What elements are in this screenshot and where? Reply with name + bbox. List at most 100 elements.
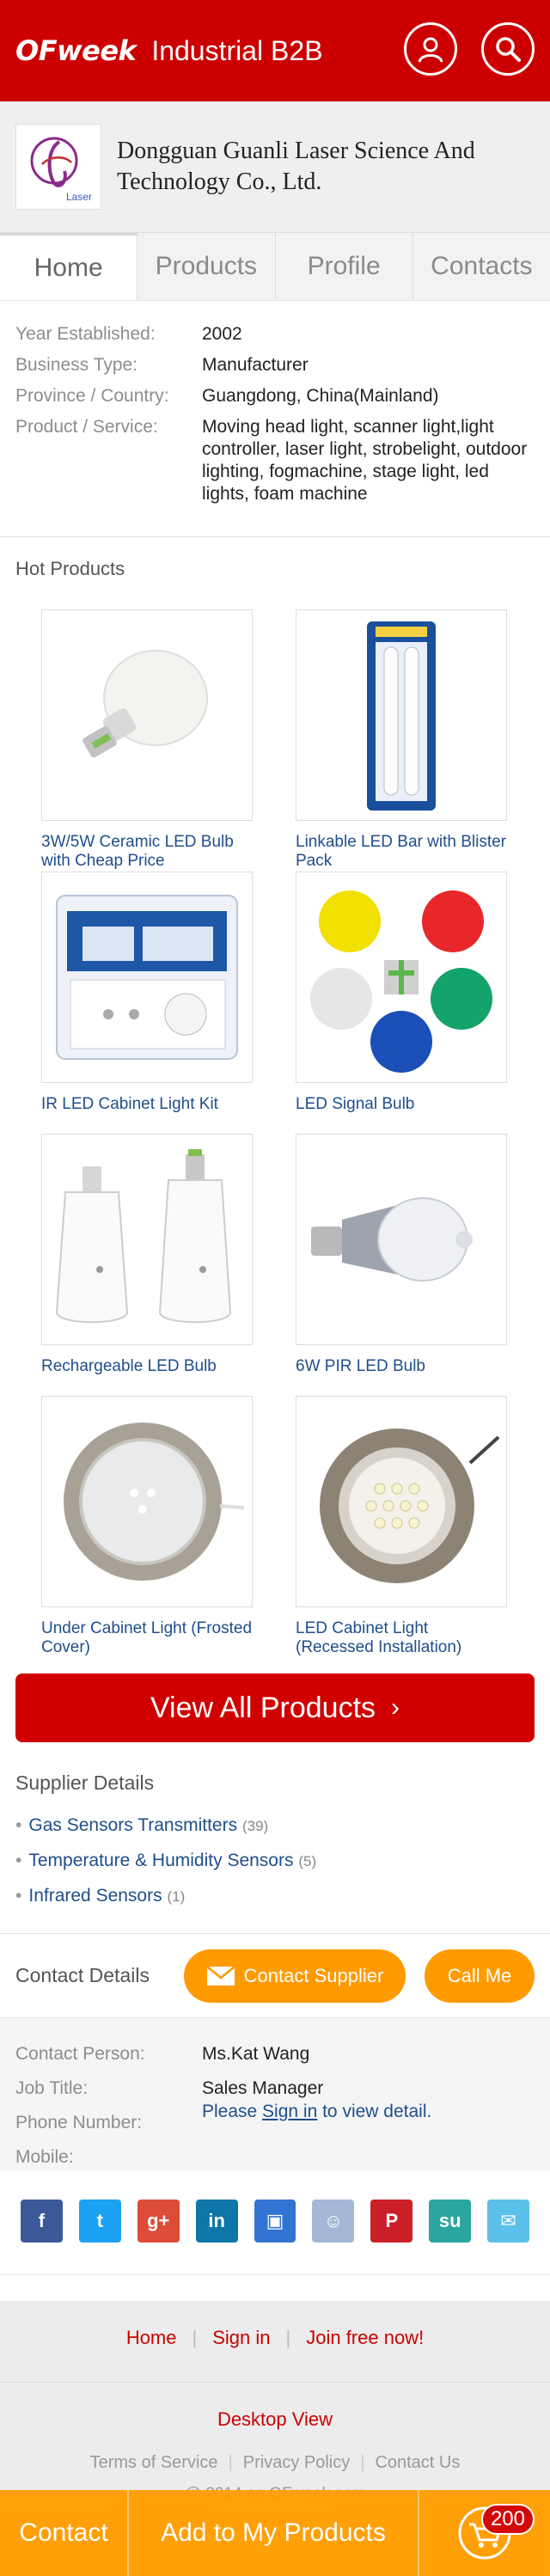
info-key: Product / Service:	[15, 417, 158, 437]
terms-link[interactable]: Terms of Service	[90, 2453, 218, 2472]
contact-details-bar: Contact Details Contact Supplier Call Me	[0, 1933, 550, 2017]
separator: |	[360, 2453, 365, 2472]
login-prefix: Please	[202, 2102, 263, 2121]
contact-row: Contact Person: Ms.Kat Wang	[15, 2037, 535, 2071]
contact-value: Sales Manager	[202, 2078, 324, 2098]
info-value: Guangdong, China(Mainland)	[202, 386, 439, 406]
stumbleupon-icon[interactable]: su	[429, 2200, 472, 2243]
desktop-view-link[interactable]: Desktop View	[0, 2382, 550, 2431]
product-name[interactable]: LED Cabinet Light (Recessed Installation…	[296, 1619, 509, 1657]
contact-supplier-button[interactable]: Contact Supplier	[184, 1949, 406, 2003]
company-logo: Laser	[15, 124, 101, 210]
footer-home-link[interactable]: Home	[126, 2327, 177, 2349]
bullet-icon: •	[15, 1886, 22, 1906]
product-card[interactable]: Linkable LED Bar with Blister Pack	[296, 609, 509, 872]
product-name[interactable]: 6W PIR LED Bulb	[296, 1357, 509, 1376]
tab-contacts[interactable]: Contacts	[412, 232, 550, 300]
brand-logo[interactable]: OFweek	[15, 34, 137, 67]
contact-row: Job Title: Sales Manager	[15, 2071, 535, 2106]
section-title: Industrial B2B	[151, 34, 323, 66]
product-card[interactable]: Rechargeable LED Bulb	[41, 1134, 254, 1396]
product-name[interactable]: LED Signal Bulb	[296, 1095, 509, 1114]
page: OFweek Industrial B2B Laser Dongguan Gua…	[0, 0, 550, 2576]
footer-join-link[interactable]: Join free now!	[306, 2327, 424, 2349]
bullet-icon: •	[15, 1851, 22, 1870]
cart-count-badge: 200	[480, 2504, 535, 2535]
product-name[interactable]: IR LED Cabinet Light Kit	[41, 1095, 254, 1114]
supplier-category-link[interactable]: • Temperature & Humidity Sensors (5)	[15, 1844, 535, 1879]
sign-in-link[interactable]: Sign in	[262, 2102, 317, 2121]
category-label[interactable]: Temperature & Humidity Sensors	[28, 1851, 293, 1870]
footer-sign-in-link[interactable]: Sign in	[212, 2327, 270, 2349]
tab-home[interactable]: Home	[0, 232, 138, 300]
supplier-category-link[interactable]: • Gas Sensors Transmitters (39)	[15, 1808, 535, 1844]
cabinet-kit-icon[interactable]	[41, 872, 253, 1083]
separator: |	[285, 2327, 291, 2348]
view-all-label: View All Products	[150, 1691, 376, 1724]
user-icon[interactable]	[404, 22, 457, 76]
info-row: Province / Country: Guangdong, China(Mai…	[15, 385, 535, 407]
company-info: Year Established: 2002 Business Type: Ma…	[0, 301, 550, 537]
share-bar: f t g+ in ▣ ☺ P su ✉	[0, 2170, 550, 2275]
search-icon[interactable]	[481, 22, 535, 76]
contact-key: Mobile:	[15, 2147, 74, 2167]
led-bar-icon[interactable]	[296, 609, 507, 821]
rechargeable-bulb-icon[interactable]	[41, 1134, 253, 1345]
contact-us-link[interactable]: Contact Us	[375, 2453, 460, 2472]
info-row: Year Established: 2002	[15, 323, 535, 346]
product-name[interactable]: Rechargeable LED Bulb	[41, 1357, 254, 1376]
facebook-icon[interactable]: f	[21, 2200, 63, 2243]
info-key: Year Established:	[15, 324, 156, 344]
linkedin-icon[interactable]: in	[195, 2200, 238, 2243]
reddit-icon[interactable]: ☺	[312, 2200, 355, 2243]
login-suffix: to view detail.	[317, 2102, 432, 2121]
product-card[interactable]: 6W PIR LED Bulb	[296, 1134, 509, 1396]
info-key: Business Type:	[15, 355, 138, 375]
round-light-icon[interactable]	[41, 1396, 253, 1607]
logo-text: Laser	[66, 191, 92, 203]
call-me-button[interactable]: Call Me	[425, 1949, 535, 2003]
product-card[interactable]: LED Cabinet Light (Recessed Installation…	[296, 1396, 509, 1658]
product-name[interactable]: Under Cabinet Light (Frosted Cover)	[41, 1619, 254, 1657]
supplier-title: Supplier Details	[15, 1771, 155, 1794]
company-header: Laser Dongguan Guanli Laser Science And …	[0, 101, 550, 232]
privacy-link[interactable]: Privacy Policy	[243, 2453, 350, 2472]
separator: |	[228, 2453, 233, 2472]
contact-key: Job Title:	[15, 2078, 89, 2098]
view-all-products-button[interactable]: View All Products ›	[15, 1673, 535, 1742]
info-value: Moving head light, scanner light,light c…	[202, 417, 528, 504]
product-name[interactable]: Linkable LED Bar with Blister Pack	[296, 833, 509, 871]
footer-links: Home | Sign in | Join free now!	[0, 2301, 550, 2349]
product-card[interactable]: 3W/5W Ceramic LED Bulb with Cheap Price	[41, 609, 254, 872]
signal-bulbs-icon[interactable]	[296, 872, 507, 1083]
category-count: (5)	[298, 1853, 317, 1869]
google-plus-icon[interactable]: g+	[137, 2200, 180, 2243]
add-to-my-products-button[interactable]: Add to My Products	[129, 2490, 419, 2576]
category-label[interactable]: Infrared Sensors	[28, 1886, 162, 1906]
top-bar: OFweek Industrial B2B	[0, 0, 550, 101]
email-icon[interactable]: ✉	[487, 2200, 530, 2243]
info-row: Product / Service: Moving head light, sc…	[15, 416, 535, 505]
twitter-icon[interactable]: t	[78, 2200, 121, 2243]
contact-supplier-label: Contact Supplier	[243, 1964, 384, 1986]
category-label[interactable]: Gas Sensors Transmitters	[28, 1815, 237, 1835]
bulb-icon[interactable]	[41, 609, 253, 821]
logo[interactable]: OFweek Industrial B2B	[15, 34, 323, 67]
pinterest-icon[interactable]: P	[370, 2200, 413, 2243]
separator: |	[192, 2327, 198, 2348]
supplier-category-link[interactable]: • Infrared Sensors (1)	[15, 1879, 535, 1914]
product-name[interactable]: 3W/5W Ceramic LED Bulb with Cheap Price	[41, 833, 254, 871]
supplier-details: Supplier Details • Gas Sensors Transmitte…	[0, 1742, 550, 1914]
info-row: Business Type: Manufacturer	[15, 354, 535, 376]
product-card[interactable]: IR LED Cabinet Light Kit	[41, 872, 254, 1134]
pir-bulb-icon[interactable]	[296, 1134, 507, 1345]
product-card[interactable]: Under Cabinet Light (Frosted Cover)	[41, 1396, 254, 1658]
cart-button[interactable]: 200	[419, 2490, 550, 2576]
delicious-icon[interactable]: ▣	[254, 2200, 296, 2243]
footer: Home | Sign in | Join free now! Desktop …	[0, 2275, 550, 2507]
tab-products[interactable]: Products	[137, 232, 275, 300]
product-card[interactable]: LED Signal Bulb	[296, 872, 509, 1134]
tab-profile[interactable]: Profile	[274, 232, 412, 300]
contact-button[interactable]: Contact	[0, 2490, 129, 2576]
recessed-light-icon[interactable]	[296, 1396, 507, 1607]
